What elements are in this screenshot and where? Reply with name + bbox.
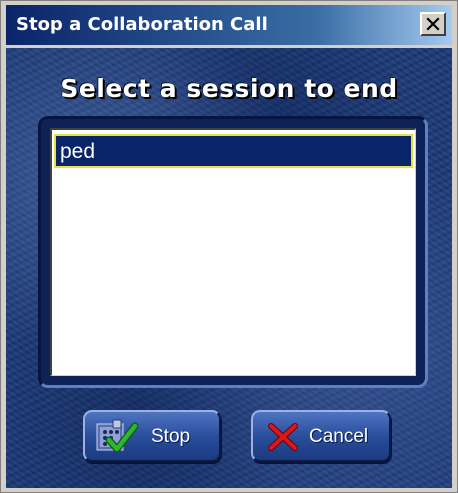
session-list-frame: ped bbox=[38, 116, 428, 388]
dialog-panel: Select a session to end ped Stop Cancel bbox=[6, 48, 452, 488]
title-bar[interactable]: Stop a Collaboration Call bbox=[6, 5, 452, 45]
window-title: Stop a Collaboration Call bbox=[16, 14, 268, 35]
dialog-heading: Select a session to end bbox=[60, 74, 398, 103]
stop-button[interactable]: Stop bbox=[83, 410, 221, 462]
session-listbox[interactable]: ped bbox=[50, 128, 416, 376]
cancel-x-icon bbox=[268, 423, 298, 451]
stop-button-label: Stop bbox=[151, 426, 191, 447]
session-list-item[interactable]: ped bbox=[54, 134, 413, 168]
dialog-window: Stop a Collaboration Call Select a sessi… bbox=[0, 0, 458, 493]
stop-session-icon bbox=[96, 419, 139, 453]
close-icon bbox=[426, 17, 440, 31]
cancel-button-label: Cancel bbox=[309, 426, 369, 447]
close-button[interactable] bbox=[420, 12, 446, 36]
cancel-button[interactable]: Cancel bbox=[251, 410, 391, 462]
